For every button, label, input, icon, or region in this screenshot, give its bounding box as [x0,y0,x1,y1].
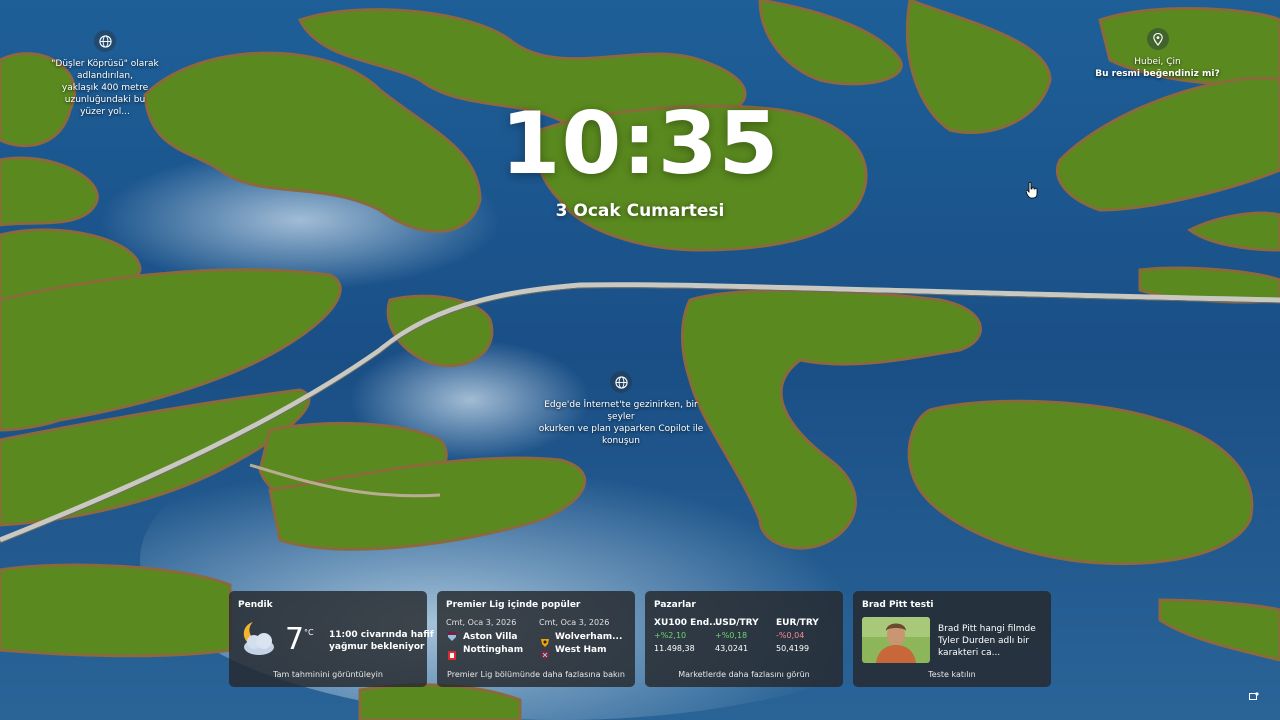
spotlight-left-line2: yaklaşık 400 metre uzunluğundaki bu [61,83,149,105]
notification-icon[interactable] [1249,687,1259,706]
weather-temp: 7 [285,622,305,657]
quiz-text-line1: Brad Pitt hangi filmde [938,624,1036,634]
clock-date: 3 Ocak Cumartesi [555,201,725,221]
quiz-text-line3: karakteri ca... [938,648,1001,658]
match1-home-team: Aston Villa [463,632,518,642]
spotlight-left-line3: yüzer yol... [80,107,130,117]
match1-away-team: Nottingham [463,645,524,655]
globe-icon [94,30,116,52]
spotlight-left-line1: "Düşler Köprüsü" olarak adlandırılan, [51,59,159,81]
nottingham-crest-icon [448,645,456,664]
market-change-xu100: +%2,10 [654,631,687,640]
market-name-xu100: XU100 End... [654,618,720,628]
market-value-xu100: 11.498,38 [654,644,695,653]
quiz-text-line2: Tyler Durden adlı bir [938,636,1030,646]
football-widget[interactable]: Premier Lig içinde popüler Cmt, Oca 3, 2… [437,591,635,687]
weather-footer-link[interactable]: Tam tahminini görüntüleyin [229,670,427,679]
partly-cloudy-night-icon [237,618,281,662]
football-title: Premier Lig içinde popüler [446,600,581,610]
spotlight-like-prompt[interactable]: Bu resmi beğendiniz mi? [1090,68,1225,80]
weather-widget[interactable]: Pendik 7 °C 11:00 civarında hafif yağmur… [229,591,434,687]
quiz-title: Brad Pitt testi [862,600,934,610]
football-footer-link[interactable]: Premier Lig bölümünde daha fazlasına bak… [437,670,635,679]
spotlight-center-line2: okurken ve plan yaparken Copilot ile [538,424,704,434]
market-change-eurtry: -%0,04 [776,631,805,640]
quiz-footer-link[interactable]: Teste katılın [853,670,1051,679]
markets-title: Pazarlar [654,600,696,610]
spotlight-location: Hubei, Çin [1134,57,1181,67]
weather-desc-line2: yağmur bekleniyor [329,642,425,652]
match2-home-team: Wolverham... [555,632,623,642]
spotlight-center-line1: Edge'de İnternet'te gezinirken, bir şeyl… [544,400,698,422]
market-change-usdtry: +%0,18 [715,631,748,640]
market-value-usdtry: 43,0241 [715,644,749,653]
weather-desc-line1: 11:00 civarında hafif [329,630,434,640]
markets-footer-link[interactable]: Marketlerde daha fazlasını görün [645,670,843,679]
spotlight-hint-right[interactable]: Hubei, Çin Bu resmi beğendiniz mi? [1090,28,1225,80]
aston-villa-crest-icon [448,632,456,643]
location-pin-icon [1146,28,1169,50]
match2-away-team: West Ham [555,645,607,655]
market-name-usdtry: USD/TRY [715,618,759,628]
quiz-thumbnail [862,617,930,663]
hand-pointer-cursor-icon [1025,181,1038,203]
market-name-eurtry: EUR/TRY [776,618,819,628]
weather-location: Pendik [238,600,273,610]
weather-unit: °C [304,628,314,637]
spotlight-hint-center[interactable]: Edge'de İnternet'te gezinirken, bir şeyl… [530,371,712,447]
markets-widget[interactable]: Pazarlar XU100 End... +%2,10 11.498,38 U… [645,591,843,687]
spotlight-hint-left[interactable]: "Düşler Köprüsü" olarak adlandırılan, ya… [40,30,170,118]
market-value-eurtry: 50,4199 [776,644,810,653]
quiz-widget[interactable]: Brad Pitt testi Brad Pitt hangi filmde T… [853,591,1051,687]
globe-icon [610,371,632,393]
match2-date: Cmt, Oca 3, 2026 [539,618,610,627]
west-ham-crest-icon [541,645,549,664]
spotlight-center-line3: konuşun [602,436,640,446]
match1-date: Cmt, Oca 3, 2026 [446,618,517,627]
clock-time: 10:35 [500,94,780,194]
